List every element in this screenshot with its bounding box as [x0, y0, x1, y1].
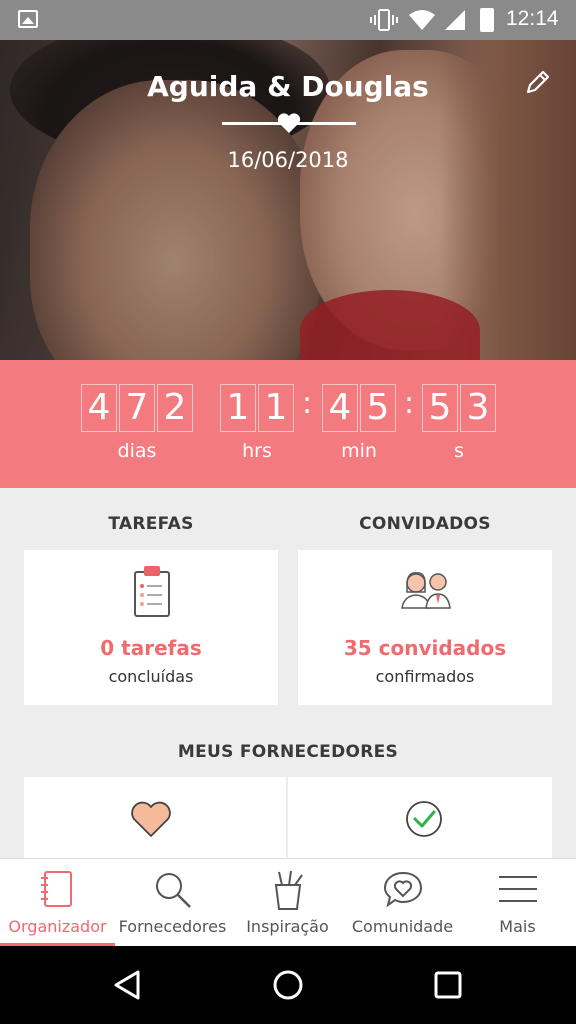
status-bar: 12:14 — [0, 0, 576, 40]
tasks-card[interactable]: 0 tarefas concluídas — [24, 550, 278, 705]
bottom-navigation: Organizador Fornecedores Inspiração Comu… — [0, 858, 576, 947]
check-circle-icon — [406, 801, 442, 837]
countdown-digit: 5 — [422, 384, 458, 432]
heart-icon — [131, 801, 171, 837]
couple-icon — [401, 572, 451, 609]
guests-count: 35 convidados — [343, 636, 507, 660]
vendors-hired-card[interactable] — [288, 777, 552, 867]
countdown-digit: 2 — [157, 384, 193, 432]
vendors-heading: MEUS FORNECEDORES — [177, 742, 399, 762]
battery-icon — [480, 8, 494, 32]
guests-heading: CONVIDADOS — [359, 514, 491, 534]
image-notification-icon — [18, 10, 38, 28]
couple-names: Aguida & Douglas — [147, 70, 429, 103]
countdown-digit: 3 — [460, 384, 496, 432]
nav-label: Inspiração — [246, 917, 329, 936]
pencil-icon[interactable] — [524, 68, 552, 96]
countdown-label-days: dias — [117, 440, 157, 462]
couple-photo-header[interactable]: Aguida & Douglas 16/06/2018 — [0, 40, 576, 360]
nav-mais[interactable]: Mais — [460, 859, 575, 947]
tasks-subtitle: concluídas — [108, 667, 194, 686]
countdown-digit: 7 — [119, 384, 155, 432]
nav-label: Fornecedores — [118, 917, 227, 936]
countdown-separator: : — [302, 386, 313, 421]
nav-organizador[interactable]: Organizador — [0, 859, 115, 947]
status-time: 12:14 — [506, 7, 559, 30]
clipboard-icon — [134, 566, 170, 617]
nav-label: Mais — [499, 917, 536, 936]
search-icon — [156, 873, 191, 908]
vibrate-icon — [370, 9, 398, 31]
countdown-digit: 1 — [258, 384, 294, 432]
countdown-bar: 4 7 2 1 1 : 4 5 : 5 3 dias hrs min s — [0, 360, 576, 488]
system-navigation-bar — [0, 946, 576, 1024]
countdown-label-seconds: s — [454, 440, 464, 462]
signal-icon — [445, 10, 465, 30]
notebook-icon — [41, 871, 72, 907]
nav-label: Organizador — [8, 917, 107, 936]
recents-icon[interactable] — [431, 968, 465, 1002]
nav-comunidade[interactable]: Comunidade — [345, 859, 460, 947]
countdown-digit: 5 — [360, 384, 396, 432]
countdown-separator: : — [404, 386, 415, 421]
heart-icon — [277, 113, 301, 133]
chat-heart-icon — [383, 871, 423, 908]
nav-label: Comunidade — [351, 917, 454, 936]
app-screen: 12:14 Aguida & Douglas 16/06/2018 4 7 2 … — [0, 0, 576, 1024]
countdown-label-minutes: min — [341, 440, 377, 462]
countdown-digit: 4 — [322, 384, 358, 432]
nav-inspiracao[interactable]: Inspiração — [230, 859, 345, 947]
home-icon[interactable] — [271, 968, 305, 1002]
tasks-count: 0 tarefas — [100, 636, 202, 660]
countdown-label-hours: hrs — [242, 440, 272, 462]
wedding-date: 16/06/2018 — [227, 148, 349, 172]
wifi-icon — [409, 10, 435, 30]
tasks-heading: TAREFAS — [108, 514, 194, 534]
guests-subtitle: confirmados — [375, 667, 475, 686]
menu-icon — [499, 876, 537, 902]
back-icon[interactable] — [110, 968, 144, 1002]
vendors-favorites-card[interactable] — [24, 777, 286, 867]
guests-card[interactable]: 35 convidados confirmados — [298, 550, 552, 705]
countdown-digit: 1 — [220, 384, 256, 432]
countdown-digit: 4 — [81, 384, 117, 432]
pencil-cup-icon — [274, 870, 303, 910]
nav-fornecedores[interactable]: Fornecedores — [115, 859, 230, 947]
